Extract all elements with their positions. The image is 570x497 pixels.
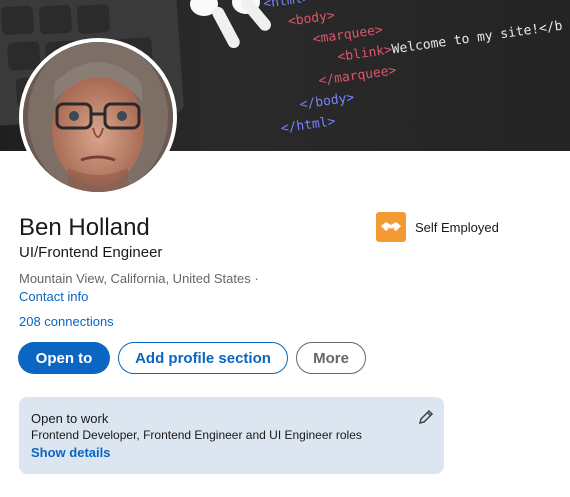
show-details-link[interactable]: Show details bbox=[31, 445, 432, 460]
profile-name: Ben Holland bbox=[19, 214, 150, 241]
open-to-work-card[interactable]: Open to work Frontend Developer, Fronten… bbox=[19, 397, 444, 474]
contact-info-link[interactable]: Contact info bbox=[19, 289, 88, 304]
code-snippet: <html> <body> <marquee> <blink>Welcome to m… bbox=[262, 0, 570, 151]
avatar-portrait bbox=[23, 42, 173, 192]
more-button[interactable]: More bbox=[296, 342, 366, 374]
profile-avatar[interactable] bbox=[19, 38, 177, 196]
profile-location: Mountain View, California, United States… bbox=[19, 271, 259, 286]
add-profile-section-button[interactable]: Add profile section bbox=[118, 342, 288, 374]
open-to-work-title: Open to work bbox=[31, 411, 109, 426]
handshake-icon bbox=[376, 212, 406, 242]
pencil-icon[interactable] bbox=[418, 409, 434, 425]
profile-headline: UI/Frontend Engineer bbox=[19, 244, 163, 261]
open-to-work-roles: Frontend Developer, Frontend Engineer an… bbox=[31, 428, 362, 442]
company-name: Self Employed bbox=[415, 219, 499, 235]
keyboard-key bbox=[0, 5, 35, 36]
connections-link[interactable]: 208 connections bbox=[19, 314, 114, 329]
current-company[interactable]: Self Employed bbox=[376, 212, 499, 242]
open-to-button[interactable]: Open to bbox=[18, 342, 110, 374]
keyboard-key bbox=[38, 4, 73, 35]
keyboard-key bbox=[76, 3, 111, 35]
